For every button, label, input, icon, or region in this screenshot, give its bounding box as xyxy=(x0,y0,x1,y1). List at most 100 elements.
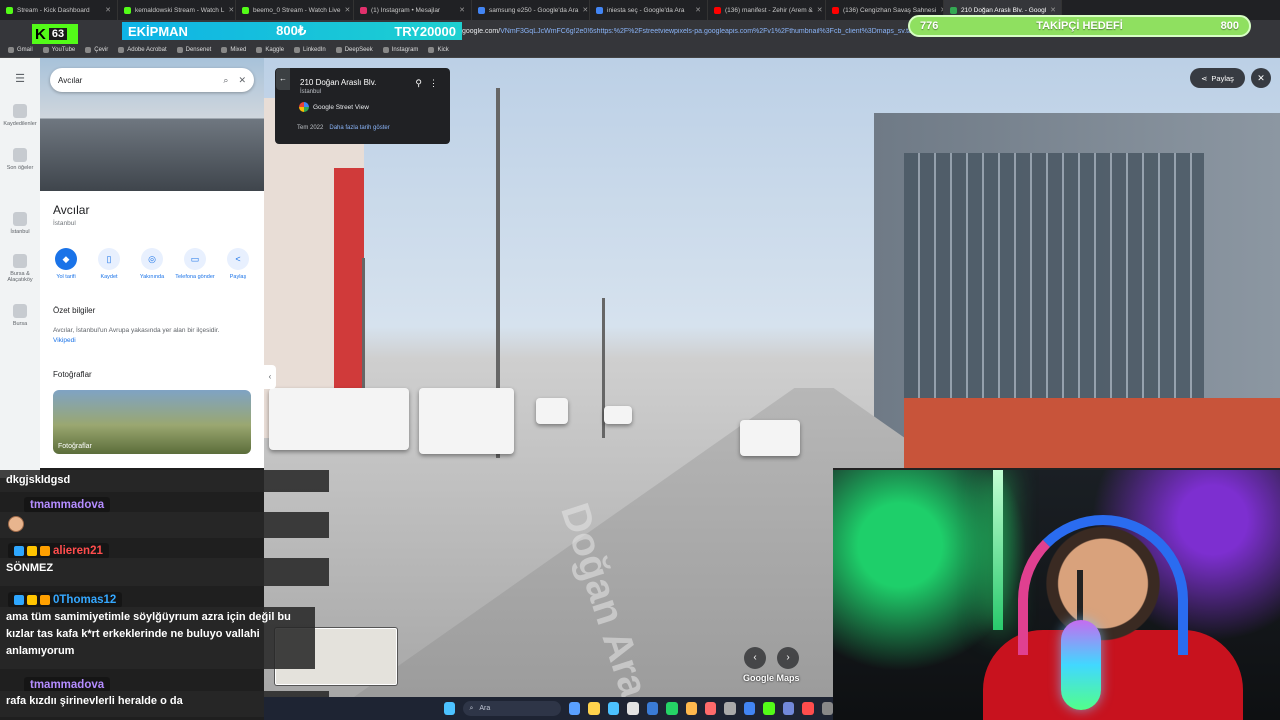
taskbar-app-icon[interactable] xyxy=(821,702,834,715)
bookmark-item[interactable]: Mixed xyxy=(221,46,246,53)
rail-item-icon xyxy=(13,212,27,226)
chat-badge-icon xyxy=(14,595,24,605)
taskbar-search[interactable]: ⌕ Ara xyxy=(463,701,561,716)
close-tab-icon[interactable]: ✕ xyxy=(582,6,588,14)
taskbar-app-icon[interactable] xyxy=(743,702,756,715)
bookmarks-bar: Gmail YouTube Çevir Adobe Acrobat Densenet Mi… xyxy=(0,42,1280,58)
bookmark-label: Adobe Acrobat xyxy=(127,46,167,53)
action-icon: ◎ xyxy=(141,248,163,270)
tab-favicon-icon xyxy=(6,6,13,14)
bookmark-icon xyxy=(176,46,183,53)
more-options-icon[interactable]: ⋮ xyxy=(429,78,438,89)
taskbar-app-icon[interactable] xyxy=(588,702,600,715)
close-tab-icon[interactable]: ✕ xyxy=(228,6,234,14)
browser-tab[interactable]: beemo_0 Stream - Watch Live ✕ xyxy=(236,0,354,20)
bookmark-item[interactable]: Gmail xyxy=(8,46,33,53)
bookmark-item[interactable]: DeepSeek xyxy=(335,46,373,53)
bookmark-item[interactable]: YouTube xyxy=(42,46,76,53)
close-tab-icon[interactable]: ✕ xyxy=(817,6,823,14)
taskbar-app-icon[interactable] xyxy=(666,702,678,715)
search-icon[interactable]: ⌕ xyxy=(223,75,228,86)
close-tab-icon[interactable]: ✕ xyxy=(345,6,351,14)
chat-username[interactable]: 0Thomas12 xyxy=(8,592,123,608)
bookmark-item[interactable]: Instagram xyxy=(382,46,418,53)
share-button[interactable]: ⋖ Paylaş xyxy=(1190,68,1245,88)
summary-body: Avcılar, İstanbul'un Avrupa yakasında ye… xyxy=(53,327,220,334)
rail-item-label: İstanbul xyxy=(10,229,30,235)
equipment-goal-bar: EKİPMAN 800₺ TRY20000 xyxy=(122,22,462,40)
more-dates-link[interactable]: Daha fazla tarih göster xyxy=(329,125,389,131)
action-button[interactable]: ▭ Telefona gönder xyxy=(175,248,215,280)
start-icon[interactable] xyxy=(444,702,456,715)
browser-tab[interactable]: (136) manifest - Zehir (Arem & ✕ xyxy=(708,0,826,20)
photos-card[interactable]: Fotoğraflar xyxy=(53,390,251,454)
wikipedia-link[interactable]: Vikipedi xyxy=(53,337,76,344)
rail-item[interactable]: Bursa xyxy=(0,304,40,327)
chat-username-text: alieren21 xyxy=(53,545,103,557)
photos-card-label: Fotoğraflar xyxy=(58,443,92,450)
photos-title: Fotoğraflar xyxy=(53,370,92,379)
collapse-panel-button[interactable]: ‹ xyxy=(264,365,276,389)
rail-item[interactable]: Kaydedilenler xyxy=(0,104,40,127)
chat-message xyxy=(0,512,329,538)
bookmark-item[interactable]: Kick xyxy=(428,46,449,53)
rail-item[interactable]: Bursa & Alaçatıköy xyxy=(0,254,40,283)
taskbar-app-icon[interactable] xyxy=(607,702,620,715)
browser-tab[interactable]: kemaldowski Stream - Watch L ✕ xyxy=(118,0,236,20)
action-button[interactable]: ◎ Yakınında xyxy=(132,248,172,280)
rail-item[interactable]: İstanbul xyxy=(0,212,40,235)
bookmark-label: DeepSeek xyxy=(344,46,373,53)
chat-username[interactable]: tmammadova xyxy=(24,497,111,513)
close-tab-icon[interactable]: ✕ xyxy=(1050,6,1056,14)
taskbar-app-icon[interactable] xyxy=(802,702,814,715)
next-arrow-icon[interactable]: › xyxy=(777,647,799,669)
browser-tab[interactable]: Stream - Kick Dashboard ✕ xyxy=(0,0,118,20)
taskbar-app-icon[interactable] xyxy=(724,702,736,715)
previous-arrow-icon[interactable]: ‹ xyxy=(744,647,766,669)
taskbar-app-icon[interactable] xyxy=(685,702,697,715)
taskbar-app-icon[interactable] xyxy=(704,702,717,715)
taskbar-app-icon[interactable] xyxy=(646,702,659,715)
bookmark-item[interactable]: Adobe Acrobat xyxy=(118,46,167,53)
place-panel: Avcılar ⌕ ✕ Avcılar İstanbul ◆ Yol tarifi… xyxy=(40,58,264,468)
chat-username[interactable]: alieren21 xyxy=(8,543,109,559)
google-logo-icon xyxy=(299,102,309,112)
summary-title: Özet bilgiler xyxy=(53,306,96,315)
bookmark-label: YouTube xyxy=(51,46,76,53)
search-input[interactable]: Avcılar xyxy=(58,76,213,85)
close-tab-icon[interactable]: ✕ xyxy=(105,6,111,14)
bookmark-item[interactable]: Çevir xyxy=(85,46,108,53)
rail-item[interactable]: Son öğeler xyxy=(0,148,40,171)
close-street-view-button[interactable]: ✕ xyxy=(1251,68,1271,88)
close-icon[interactable]: ✕ xyxy=(238,75,246,86)
close-tab-icon[interactable]: ✕ xyxy=(695,6,701,14)
taskbar-app-icon[interactable] xyxy=(782,702,795,715)
action-button[interactable]: ▯ Kaydet xyxy=(89,248,129,280)
chat-badge-icon xyxy=(40,595,50,605)
chat-message: ama tüm samimiyetimle söylğüyrıum azra i… xyxy=(0,607,315,669)
action-icon: ▯ xyxy=(98,248,120,270)
search-box[interactable]: Avcılar ⌕ ✕ xyxy=(50,68,254,92)
bookmark-item[interactable]: LinkedIn xyxy=(294,46,326,53)
action-label: Paylaş xyxy=(229,274,247,280)
back-arrow-icon[interactable]: ← xyxy=(276,68,290,90)
construction-barrier xyxy=(904,398,1280,468)
action-button[interactable]: < Paylaş xyxy=(218,248,258,280)
taskbar-app-icon[interactable] xyxy=(568,702,581,715)
taskbar-app-icon[interactable] xyxy=(627,702,639,715)
browser-tab[interactable]: samsung e250 - Google'da Ara ✕ xyxy=(472,0,590,20)
bookmark-item[interactable]: Densenet xyxy=(176,46,211,53)
browser-tab[interactable]: (1) Instagram • Mesajlar ✕ xyxy=(354,0,472,20)
maps-left-rail: ☰ Kaydedilenler Son öğeler İstanbul Bursa &… xyxy=(0,58,40,478)
browser-tab[interactable]: iniesta seç - Google'da Ara ✕ xyxy=(590,0,708,20)
menu-icon[interactable]: ☰ xyxy=(0,72,40,85)
taskbar-app-icon[interactable] xyxy=(763,702,775,715)
chat-message: dkgjskldgsd xyxy=(0,470,329,492)
action-label: Yakınında xyxy=(139,274,165,280)
action-label: Telefona gönder xyxy=(175,274,215,280)
close-tab-icon[interactable]: ✕ xyxy=(459,6,465,14)
location-pin-icon[interactable]: ⚲ xyxy=(415,78,422,89)
bookmark-item[interactable]: Kaggle xyxy=(256,46,284,53)
rail-item-label: Bursa xyxy=(12,321,28,327)
action-button[interactable]: ◆ Yol tarifi xyxy=(46,248,86,280)
